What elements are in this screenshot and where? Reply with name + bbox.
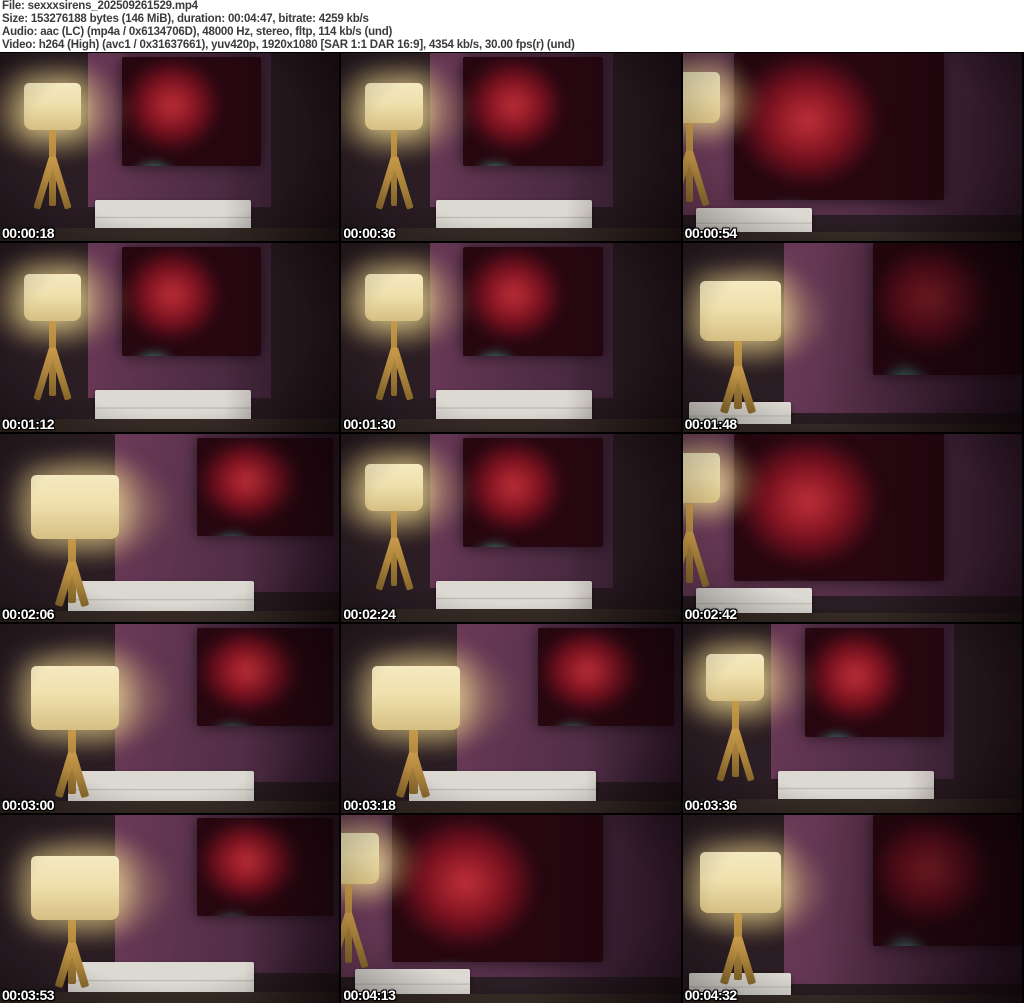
vignette-overlay	[682, 243, 1022, 432]
scene-placeholder	[682, 53, 1022, 242]
thumbnail-timestamp: 00:03:00	[2, 796, 55, 813]
scene-placeholder	[0, 814, 340, 1003]
vignette-overlay	[341, 433, 681, 623]
thumbnail-cell: 00:01:30	[341, 243, 681, 432]
scene-placeholder	[341, 624, 681, 813]
thumbnail-timestamp: 00:01:48	[684, 415, 738, 432]
vignette-overlay	[341, 624, 681, 813]
thumbnail-cell: 00:02:24	[341, 433, 681, 623]
scene-placeholder	[0, 624, 340, 813]
thumbnail-cell: 00:00:18	[0, 53, 340, 242]
file-line: File: sexxxsirens_202509261529.mp4	[2, 0, 198, 12]
thumbnail-cell: 00:03:00	[0, 624, 340, 813]
scene-placeholder	[682, 814, 1022, 1003]
video-contact-sheet: File: sexxxsirens_202509261529.mp4 Size:…	[0, 0, 1024, 1003]
scene-placeholder	[0, 433, 340, 623]
scene-placeholder	[0, 53, 340, 242]
audio-line: Audio: aac (LC) (mp4a / 0x6134706D), 480…	[2, 26, 393, 38]
vignette-overlay	[0, 433, 340, 623]
vignette-overlay	[341, 814, 681, 1003]
vignette-overlay	[682, 433, 1022, 623]
thumbnail-timestamp: 00:01:30	[343, 415, 396, 432]
scene-placeholder	[341, 243, 681, 432]
vignette-overlay	[0, 814, 340, 1003]
thumbnail-cell: 00:00:36	[341, 53, 681, 242]
thumbnail-cell: 00:02:06	[0, 433, 340, 623]
vignette-overlay	[0, 53, 340, 242]
thumbnail-grid: 00:00:18 00:00:36 00:00:54 00:01:12 00:0…	[0, 52, 1024, 1003]
thumbnail-timestamp: 00:01:12	[2, 415, 55, 432]
scene-placeholder	[682, 624, 1022, 813]
scene-placeholder	[341, 814, 681, 1003]
thumbnail-cell: 00:03:53	[0, 814, 340, 1003]
thumbnail-cell: 00:00:54	[682, 53, 1022, 242]
vignette-overlay	[682, 624, 1022, 813]
thumbnail-timestamp: 00:03:53	[2, 986, 55, 1003]
thumbnail-timestamp: 00:03:36	[684, 796, 738, 813]
thumbnail-timestamp: 00:00:36	[343, 225, 396, 242]
thumbnail-timestamp: 00:04:13	[343, 986, 396, 1003]
size-line: Size: 153276188 bytes (146 MiB), duratio…	[2, 13, 369, 25]
scene-placeholder	[682, 433, 1022, 623]
thumbnail-cell: 00:04:32	[682, 814, 1022, 1003]
scene-placeholder	[341, 433, 681, 623]
thumbnail-timestamp: 00:03:18	[343, 796, 396, 813]
scene-placeholder	[682, 243, 1022, 432]
thumbnail-timestamp: 00:02:06	[2, 606, 55, 623]
vignette-overlay	[341, 243, 681, 432]
vignette-overlay	[0, 243, 340, 432]
vignette-overlay	[341, 53, 681, 242]
vignette-overlay	[682, 53, 1022, 242]
vignette-overlay	[682, 814, 1022, 1003]
thumbnail-timestamp: 00:00:18	[2, 225, 55, 242]
vignette-overlay	[0, 624, 340, 813]
thumbnail-cell: 00:03:36	[682, 624, 1022, 813]
thumbnail-cell: 00:03:18	[341, 624, 681, 813]
thumbnail-timestamp: 00:02:24	[343, 606, 396, 623]
scene-placeholder	[0, 243, 340, 432]
thumbnail-cell: 00:01:12	[0, 243, 340, 432]
thumbnail-timestamp: 00:04:32	[684, 986, 738, 1003]
thumbnail-timestamp: 00:00:54	[684, 225, 738, 242]
file-info-header: File: sexxxsirens_202509261529.mp4 Size:…	[0, 0, 1024, 52]
thumbnail-cell: 00:01:48	[682, 243, 1022, 432]
video-line: Video: h264 (High) (avc1 / 0x31637661), …	[2, 39, 575, 51]
scene-placeholder	[341, 53, 681, 242]
thumbnail-timestamp: 00:02:42	[684, 606, 738, 623]
thumbnail-cell: 00:04:13	[341, 814, 681, 1003]
thumbnail-cell: 00:02:42	[682, 433, 1022, 623]
